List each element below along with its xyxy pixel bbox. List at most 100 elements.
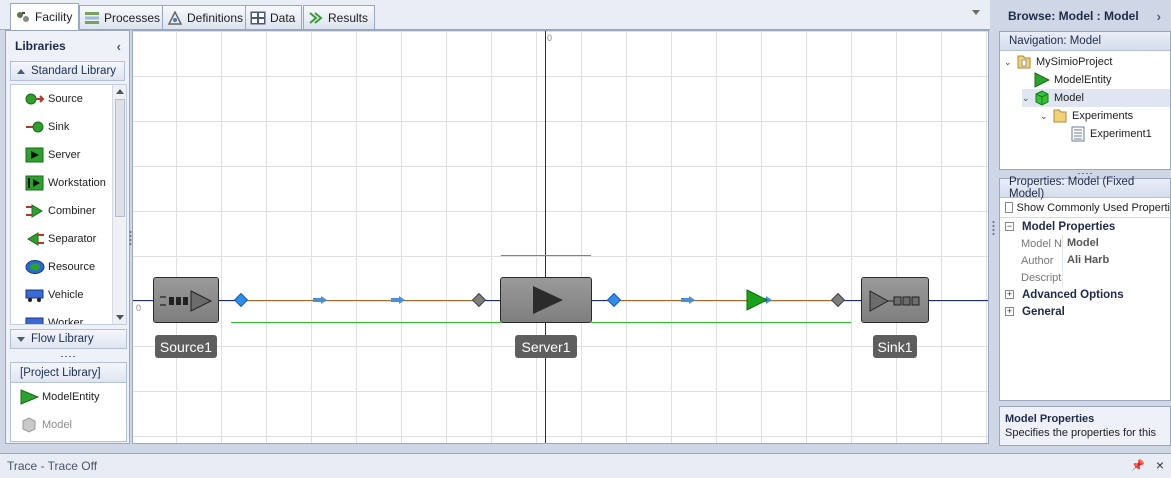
right-splitter-grip[interactable] [992, 220, 995, 236]
browse-header: Browse: Model : Model › [999, 4, 1171, 28]
library-item-model-entity[interactable]: ModelEntity [11, 383, 126, 411]
server1-output-node[interactable] [606, 292, 622, 308]
library-item-separator[interactable]: Separator [11, 225, 126, 253]
model-entity-instance[interactable] [746, 289, 768, 311]
libraries-title: Libraries [15, 39, 66, 53]
tree-item-mysimioproject[interactable]: ⌄ MySimioProject [1004, 53, 1112, 71]
browse-title: Browse: Model : Model [1008, 9, 1139, 23]
server1-label[interactable]: Server1 [515, 335, 577, 358]
source1-output-node[interactable] [233, 292, 249, 308]
collapse-minus-icon[interactable]: − [1005, 222, 1014, 231]
library-item-sink[interactable]: Sink [11, 113, 126, 141]
library-scrollbar[interactable] [112, 85, 126, 324]
description-text: Specifies the properties for this [1005, 427, 1157, 439]
scroll-up-icon[interactable] [116, 89, 124, 94]
tree-item-label: Model [1054, 92, 1084, 104]
y-axis-line [545, 31, 546, 443]
source1-object[interactable] [153, 277, 219, 323]
axis-origin-label-left: 0 [136, 303, 142, 313]
library-item-label: Sink [48, 121, 70, 133]
splitter-grip[interactable] [1077, 172, 1093, 175]
tree-item-experiments[interactable]: ⌄ Experiments [1040, 107, 1133, 125]
source-symbol-icon [160, 290, 213, 312]
expand-plus-icon[interactable]: + [1005, 290, 1014, 299]
library-item-server[interactable]: Server [11, 141, 126, 169]
library-item-worker[interactable]: Worker [11, 309, 126, 325]
expand-chevron-icon[interactable]: ⌄ [1022, 93, 1030, 104]
model-cube-icon [1035, 90, 1049, 106]
standard-library-header[interactable]: Standard Library [10, 61, 125, 81]
expand-plus-icon[interactable]: + [1005, 307, 1014, 316]
tab-label: Processes [104, 10, 161, 25]
show-common-properties-checkbox[interactable]: Show Commonly Used Properti [1000, 198, 1170, 218]
library-item-label: Worker [48, 317, 84, 325]
library-item-workstation[interactable]: Workstation [11, 169, 126, 197]
server1-object[interactable] [500, 277, 592, 323]
property-value[interactable] [1062, 269, 1170, 286]
path-server-sink[interactable] [613, 300, 839, 301]
tree-item-experiment1[interactable]: Experiment1 [1058, 125, 1152, 143]
checkbox-box[interactable] [1005, 202, 1013, 213]
property-row-description[interactable]: Descript... [1000, 269, 1170, 286]
library-item-resource[interactable]: Resource [11, 253, 126, 281]
tree-item-label: ModelEntity [1054, 74, 1112, 86]
scroll-thumb[interactable] [115, 99, 125, 217]
category-model-properties[interactable]: − Model Properties [1000, 218, 1170, 235]
trace-label: Trace - Trace Off [7, 459, 98, 473]
scroll-down-icon[interactable] [116, 315, 124, 320]
library-item-combiner[interactable]: Combiner [11, 197, 126, 225]
category-general[interactable]: + General [1000, 303, 1170, 320]
tree-item-modelentity[interactable]: ModelEntity [1022, 71, 1111, 89]
library-item-vehicle[interactable]: Vehicle [11, 281, 126, 309]
separator-icon [27, 232, 44, 246]
project-library-header[interactable]: [Project Library] [11, 363, 126, 383]
tab-results[interactable]: Results [303, 5, 376, 29]
expand-chevron-icon[interactable]: ⌄ [1040, 111, 1048, 122]
library-item-label: Workstation [48, 177, 106, 189]
close-icon[interactable]: × [1156, 457, 1164, 473]
tree-item-label: MySimioProject [1036, 56, 1113, 68]
tab-definitions[interactable]: Definitions [162, 5, 251, 29]
axis-origin-label-top: 0 [547, 33, 553, 43]
property-row-author[interactable]: Author Ali Harb [1000, 252, 1170, 269]
splitter-grip[interactable] [60, 355, 76, 358]
standard-library-label: Standard Library [31, 65, 117, 77]
data-icon [250, 11, 266, 24]
property-value[interactable]: Ali Harb [1062, 252, 1170, 269]
library-item-model[interactable]: Model [11, 411, 126, 439]
expand-chevron-icon[interactable]: ⌄ [1004, 57, 1012, 68]
properties-panel: Properties: Model (Fixed Model) Show Com… [999, 176, 1171, 401]
sink1-object[interactable] [861, 277, 929, 323]
model-entity-icon [1034, 72, 1050, 88]
tab-facility[interactable]: Facility [10, 3, 80, 30]
tree-item-label: Experiments [1072, 110, 1134, 122]
pin-icon[interactable]: 📌 [1131, 459, 1145, 472]
sink1-input-node[interactable] [830, 292, 846, 308]
library-item-label: Server [48, 149, 81, 161]
server1-input-node[interactable] [471, 292, 487, 308]
trace-window-bar[interactable]: Trace - Trace Off 📌 × [0, 453, 1171, 478]
category-advanced-options[interactable]: + Advanced Options [1000, 286, 1170, 303]
combiner-icon [26, 204, 43, 218]
path-source-server[interactable] [241, 300, 479, 301]
navigation-panel-header: Navigation: Model [1000, 32, 1170, 51]
project-library-label: [Project Library] [20, 366, 101, 379]
library-item-source[interactable]: Source [11, 85, 126, 113]
collapse-right-icon[interactable]: › [1157, 9, 1161, 24]
category-label: Model Properties [1022, 220, 1116, 233]
tab-processes[interactable]: Processes [79, 5, 168, 29]
flow-library-header[interactable]: Flow Library [10, 329, 127, 349]
collapse-left-icon[interactable]: ‹ [117, 39, 121, 54]
server-icon [25, 147, 44, 163]
facility-canvas[interactable]: 0 0 Source1 Server1 Sink1 [132, 30, 989, 444]
server-symbol-icon [533, 286, 563, 314]
property-row-model-name[interactable]: Model N... Model [1000, 235, 1170, 252]
sink1-label[interactable]: Sink1 [873, 335, 917, 358]
library-item-label: Separator [48, 233, 97, 245]
vehicle-icon [25, 289, 44, 302]
tree-item-model[interactable]: ⌄ Model [1022, 89, 1170, 107]
tab-overflow-dropdown[interactable] [972, 10, 980, 15]
tab-data[interactable]: Data [245, 5, 303, 29]
source1-label[interactable]: Source1 [155, 335, 217, 358]
property-value[interactable]: Model [1062, 235, 1170, 252]
